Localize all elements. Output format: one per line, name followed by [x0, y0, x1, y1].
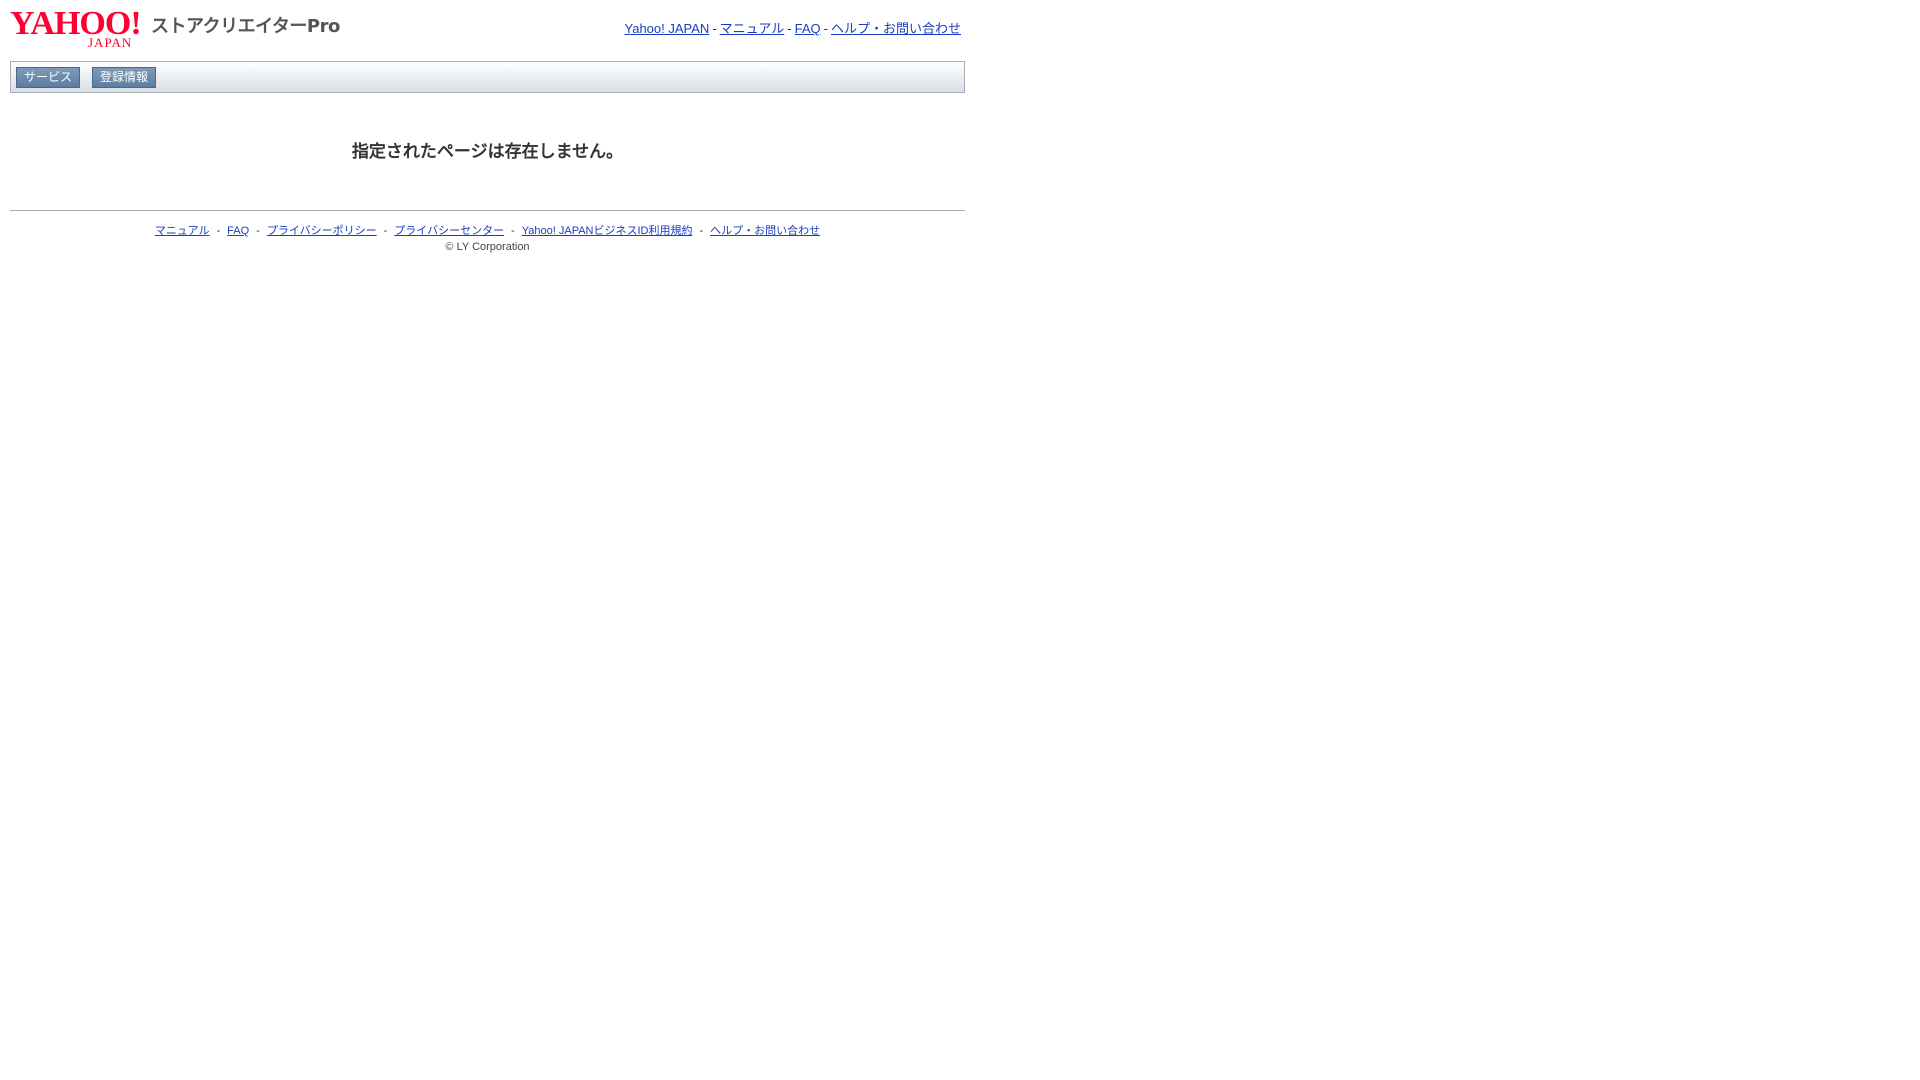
footer-link-faq[interactable]: FAQ: [227, 225, 249, 237]
footer-link-privacy-policy[interactable]: プライバシーポリシー: [267, 225, 377, 237]
footer-links: マニュアル - FAQ - プライバシーポリシー - プライバシーセンター - Yahoo! J…: [10, 222, 965, 238]
header-link-yahoo-japan[interactable]: Yahoo! JAPAN: [625, 21, 710, 36]
separator: -: [699, 225, 704, 237]
header-link-help-contact[interactable]: ヘルプ・お問い合わせ: [831, 21, 961, 36]
store-creator-pro-logo[interactable]: YAHOO! JAPAN ストアクリエイターPro: [10, 6, 340, 50]
copyright: © LY Corporation: [445, 241, 530, 253]
nav-button-registration-info[interactable]: 登録情報: [92, 67, 156, 88]
separator: -: [256, 225, 260, 237]
logo-brand-sub: JAPAN: [88, 35, 133, 50]
separator: -: [216, 225, 221, 237]
nav-button-service[interactable]: サービス: [16, 67, 80, 88]
header-links: Yahoo! JAPAN - マニュアル - FAQ - ヘルプ・お問い合わせ: [625, 18, 961, 37]
separator: -: [712, 21, 717, 36]
header-link-manual[interactable]: マニュアル: [720, 21, 785, 36]
separator: -: [383, 225, 388, 237]
separator: -: [823, 21, 828, 36]
nav-bar: サービス 登録情報: [10, 61, 965, 93]
header-link-faq[interactable]: FAQ: [795, 21, 821, 36]
footer-link-business-id-terms[interactable]: Yahoo! JAPANビジネスID利用規約: [522, 225, 693, 237]
page-not-found-message: 指定されたページは存在しません。: [351, 142, 624, 162]
footer-link-privacy-center[interactable]: プライバシーセンター: [394, 225, 504, 237]
header: YAHOO! JAPAN ストアクリエイターPro Yahoo! JAPAN - マ…: [10, 6, 965, 61]
page: YAHOO! JAPAN ストアクリエイターPro Yahoo! JAPAN - マ…: [10, 6, 965, 253]
logo-product-name: ストアクリエイターPro: [151, 16, 340, 37]
separator: -: [511, 225, 515, 237]
yahoo-japan-logo: YAHOO! JAPAN: [10, 6, 148, 50]
footer-link-manual[interactable]: マニュアル: [155, 225, 210, 237]
footer-divider: [10, 210, 965, 211]
footer-link-help-contact[interactable]: ヘルプ・お問い合わせ: [710, 225, 820, 237]
separator: -: [787, 21, 792, 36]
